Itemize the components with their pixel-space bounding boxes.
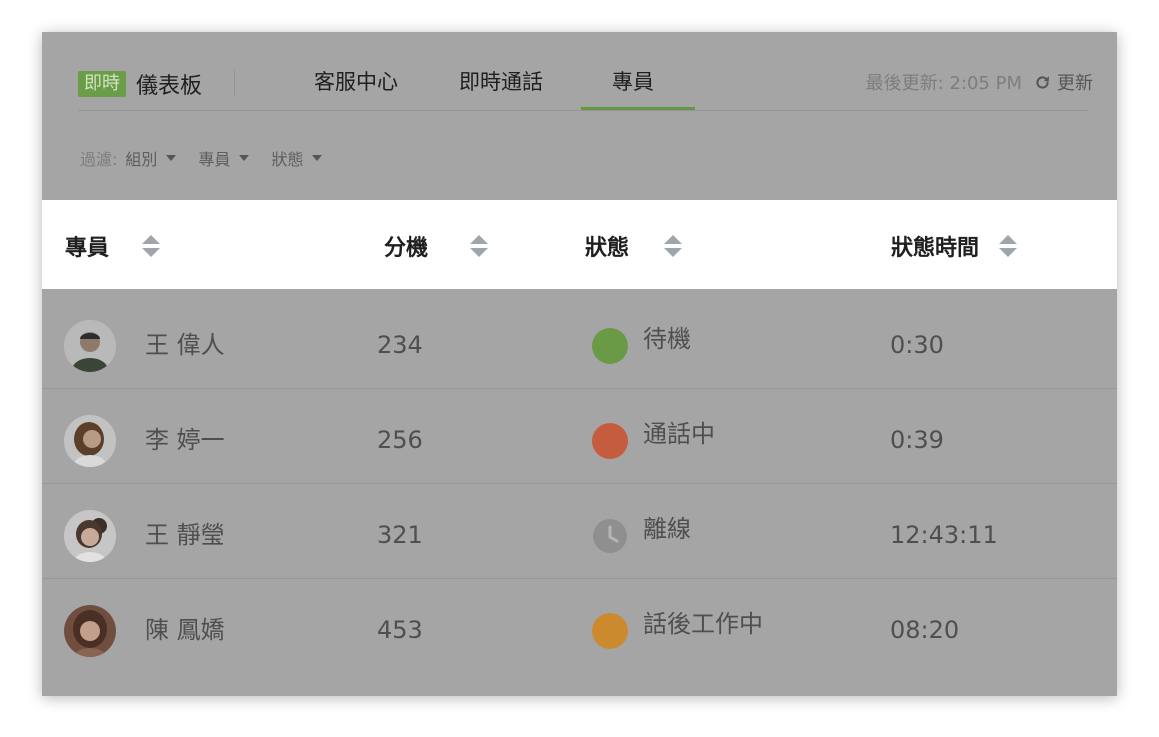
table-row[interactable]: 王 靜瑩 321 離線 12:43:11 xyxy=(42,484,1117,579)
table-header: 專員 分機 狀態 狀態時間 xyxy=(42,200,1117,289)
refresh-icon xyxy=(1036,75,1049,89)
agent-status: 話後工作中 xyxy=(643,610,763,638)
avatar xyxy=(64,510,116,562)
agent-status: 通話中 xyxy=(643,420,715,448)
table-row[interactable]: 李 婷一 256 通話中 0:39 xyxy=(42,389,1117,484)
tab-agents[interactable]: 專員 xyxy=(612,68,654,96)
table-row[interactable]: 王 偉人 234 待機 0:30 xyxy=(42,294,1117,389)
sort-icon[interactable] xyxy=(999,233,1018,259)
agent-status-time: 12:43:11 xyxy=(890,521,998,549)
agent-extension: 321 xyxy=(377,521,423,549)
agent-name: 李 婷一 xyxy=(145,426,225,454)
filter-status-dropdown[interactable]: 狀態 xyxy=(271,146,323,170)
agent-name: 王 偉人 xyxy=(145,331,225,359)
agent-status: 待機 xyxy=(643,325,691,353)
agent-name: 王 靜瑩 xyxy=(145,521,225,549)
agent-status-time: 0:39 xyxy=(890,426,944,454)
filter-group-dropdown[interactable]: 組別 xyxy=(125,146,177,170)
agent-extension: 256 xyxy=(377,426,423,454)
column-agent-label: 專員 xyxy=(65,236,110,261)
clock-icon xyxy=(593,519,627,553)
dashboard-window: 即時 儀表板 客服中心 即時通話 專員 最後更新: 2:05 PM 更新 過濾:… xyxy=(42,32,1117,696)
header-rule xyxy=(78,110,1089,111)
filter-agent-label: 專員 xyxy=(198,150,231,169)
filter-status-label: 狀態 xyxy=(271,150,304,169)
column-status-label: 狀態 xyxy=(585,236,630,261)
brand: 即時 儀表板 xyxy=(78,68,202,100)
header-bar: 即時 儀表板 客服中心 即時通話 專員 最後更新: 2:05 PM 更新 xyxy=(42,32,1117,112)
sort-icon[interactable] xyxy=(142,233,161,259)
tab-live-calls[interactable]: 即時通話 xyxy=(459,68,543,96)
sort-icon[interactable] xyxy=(470,233,489,259)
sort-icon[interactable] xyxy=(664,233,683,259)
status-on-call-icon xyxy=(592,423,628,459)
column-status-time-label: 狀態時間 xyxy=(891,236,980,261)
app-title: 儀表板 xyxy=(136,74,203,99)
filter-agent-dropdown[interactable]: 專員 xyxy=(198,146,250,170)
avatar-image xyxy=(64,605,116,657)
agent-status-time: 08:20 xyxy=(890,616,960,644)
agent-extension: 453 xyxy=(377,616,423,644)
filter-bar: 過濾: 組別 專員 狀態 xyxy=(80,146,336,170)
refresh-label: 更新 xyxy=(1057,73,1093,94)
column-status-time-header[interactable]: 狀態時間 xyxy=(891,230,1018,262)
avatar-image xyxy=(64,510,116,562)
agent-status-time: 0:30 xyxy=(890,331,944,359)
column-status-header[interactable]: 狀態 xyxy=(585,230,683,262)
status-available-icon xyxy=(592,328,628,364)
refresh-button[interactable]: 更新 xyxy=(1034,69,1093,95)
live-badge: 即時 xyxy=(78,71,126,97)
column-agent-header[interactable]: 專員 xyxy=(65,230,161,262)
chevron-down-icon xyxy=(312,155,323,161)
avatar xyxy=(64,605,116,657)
chevron-down-icon xyxy=(239,155,250,161)
agent-extension: 234 xyxy=(377,331,423,359)
table-row[interactable]: 陳 鳳嬌 453 話後工作中 08:20 xyxy=(42,579,1117,674)
last-updated: 最後更新: 2:05 PM 更新 xyxy=(866,69,1093,95)
filter-group-label: 組別 xyxy=(125,150,158,169)
column-extension-header[interactable]: 分機 xyxy=(384,230,489,262)
agent-status: 離線 xyxy=(643,515,691,543)
avatar xyxy=(64,415,116,467)
tab-contact-center[interactable]: 客服中心 xyxy=(314,68,398,96)
chevron-down-icon xyxy=(166,155,177,161)
agent-name: 陳 鳳嬌 xyxy=(145,616,225,644)
status-after-call-work-icon xyxy=(592,613,628,649)
avatar xyxy=(64,320,116,372)
filter-label: 過濾: xyxy=(80,150,118,169)
header-divider xyxy=(234,70,235,96)
avatar-image xyxy=(64,320,116,372)
avatar-image xyxy=(64,415,116,467)
column-extension-label: 分機 xyxy=(384,236,429,261)
last-updated-text: 最後更新: 2:05 PM xyxy=(865,73,1022,94)
